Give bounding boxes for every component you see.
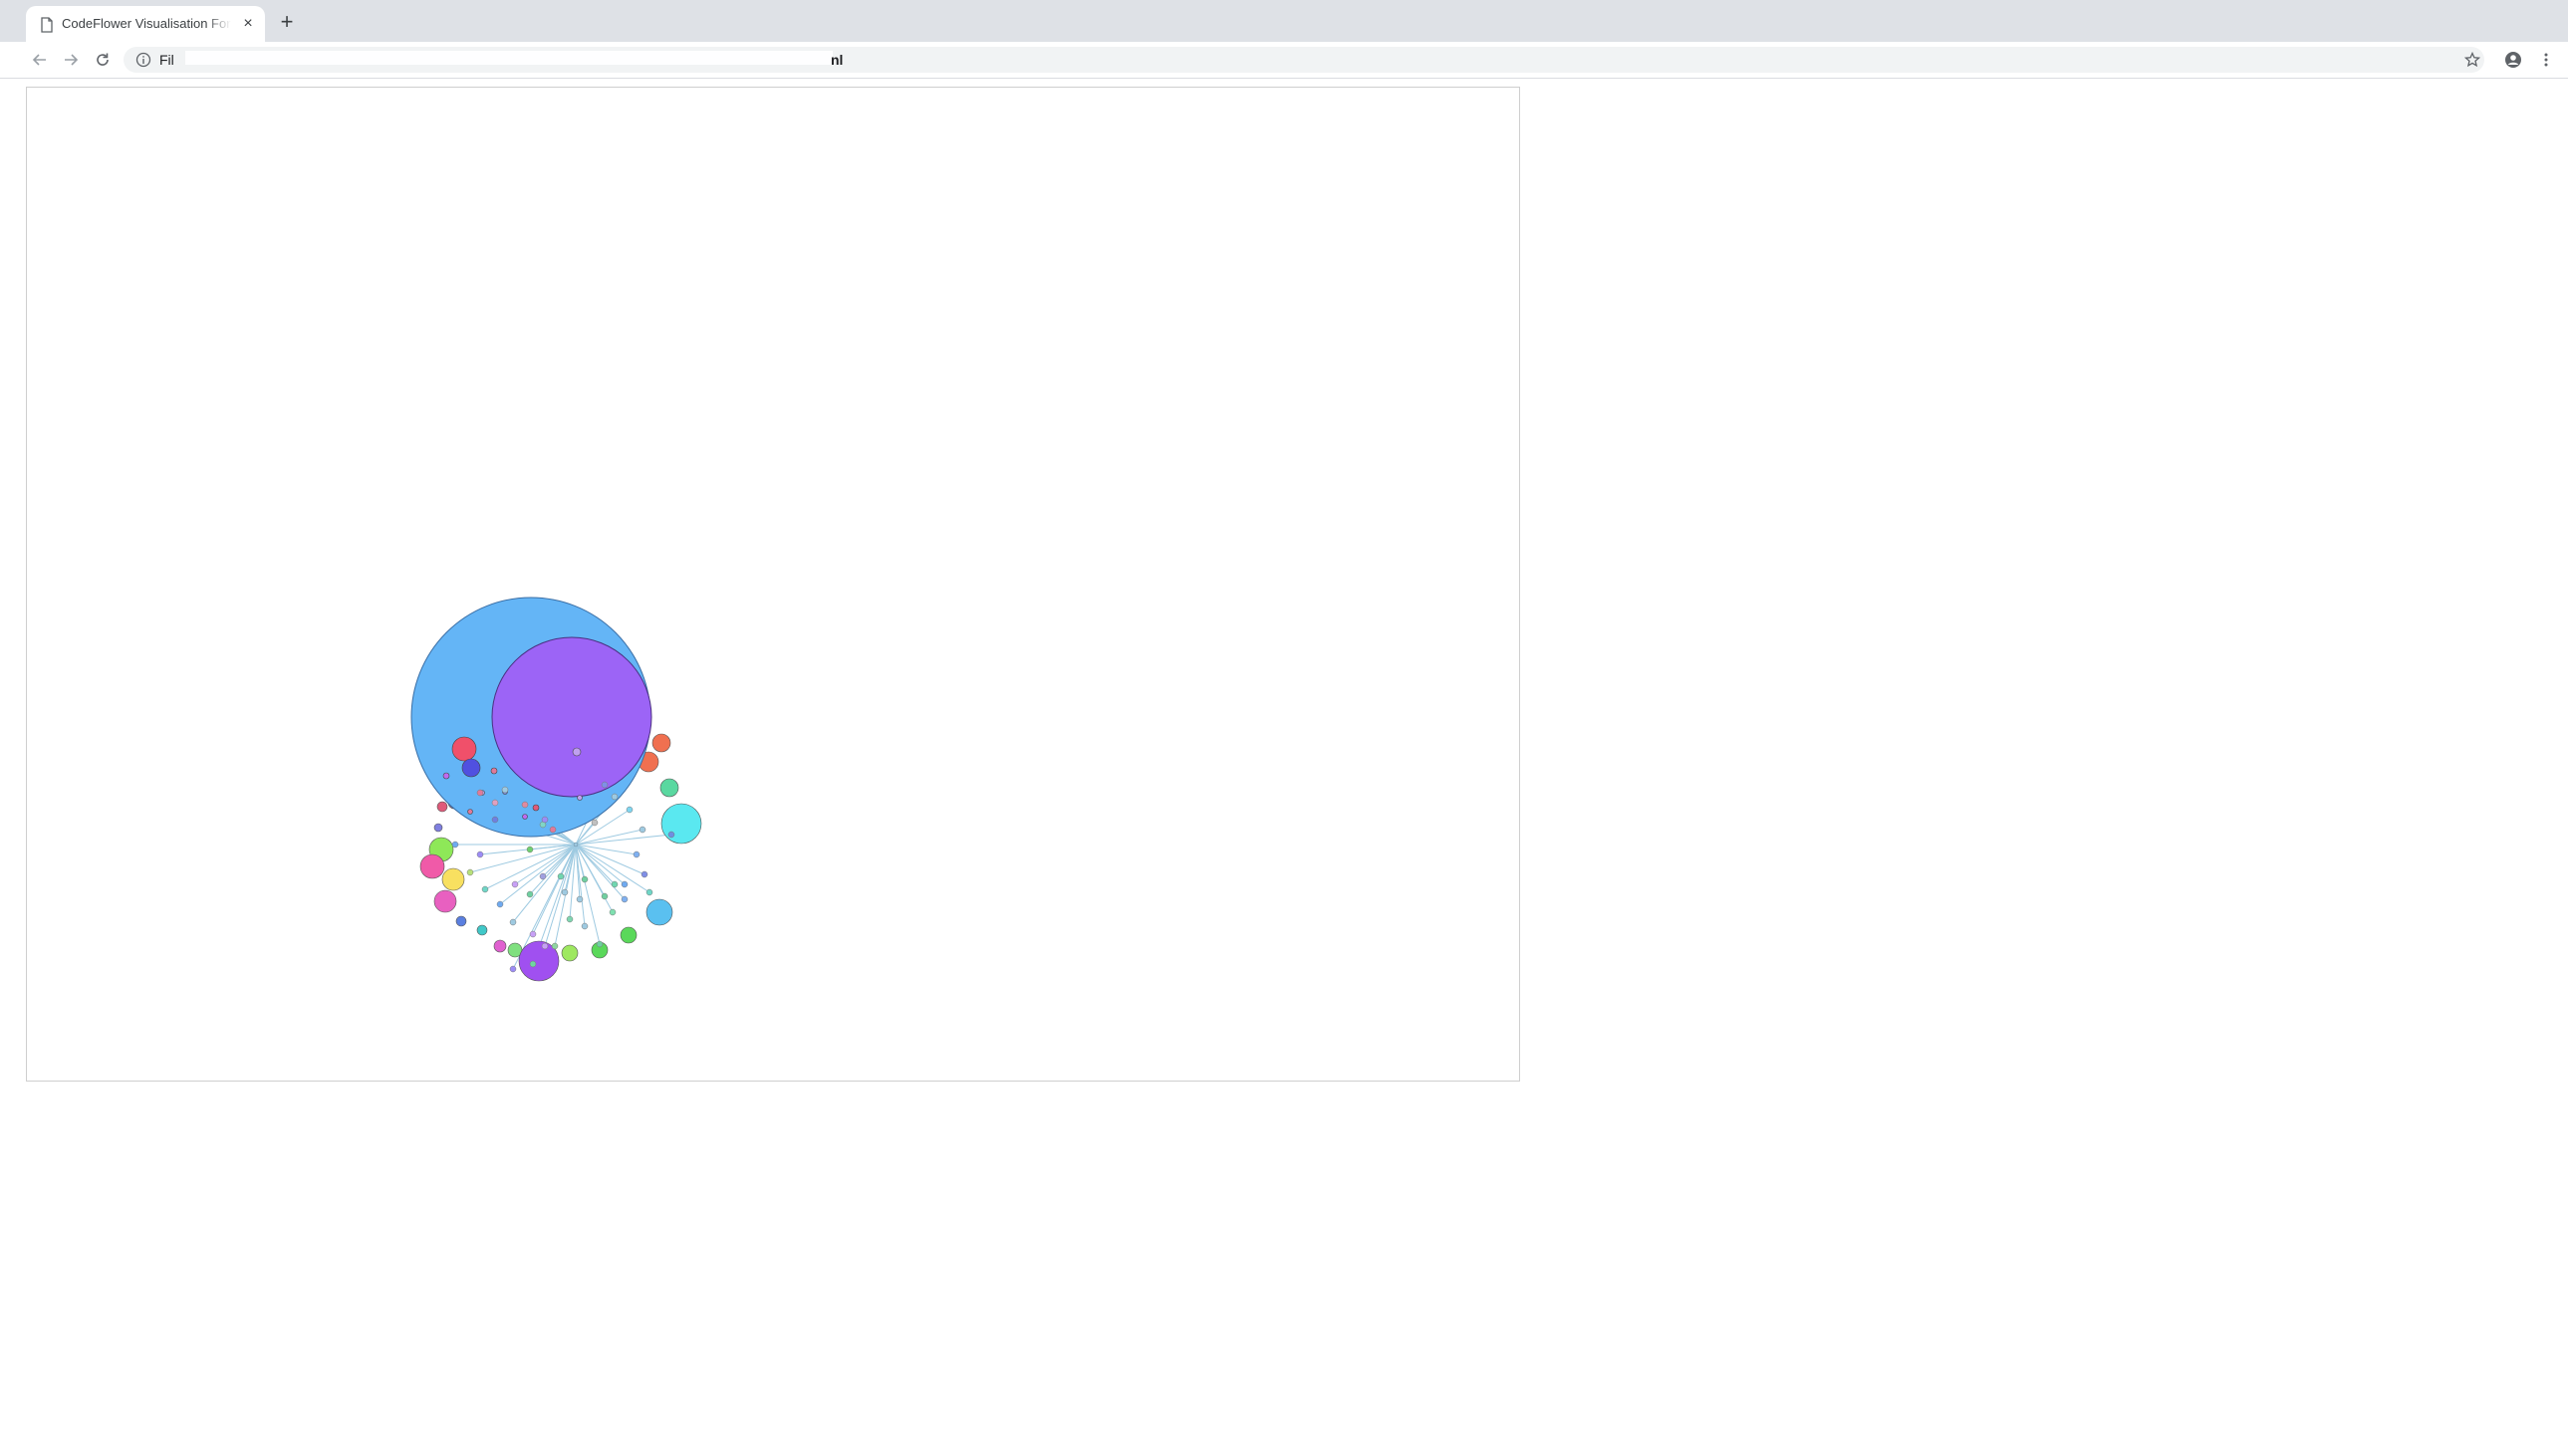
graph-node[interactable] [561,944,579,962]
graph-node[interactable] [577,795,583,801]
graph-leaf-node[interactable] [611,793,619,801]
graph-node[interactable] [651,733,671,753]
graph-leaf-node[interactable] [521,801,529,809]
new-tab-button[interactable]: + [275,10,299,34]
graph-leaf-node[interactable] [557,872,565,880]
graph-leaf-node[interactable] [481,885,489,893]
graph-leaf-node[interactable] [466,868,474,876]
graph-leaf-node[interactable] [549,826,557,834]
graph-leaf-node[interactable] [541,942,549,950]
graph-leaf-node[interactable] [633,850,641,858]
graph-edge [575,844,638,855]
graph-node[interactable] [461,758,481,778]
graph-node[interactable] [659,778,679,798]
forward-button[interactable] [59,48,83,72]
browser-toolbar: Fil nl [0,42,2568,79]
graph-node[interactable] [436,801,448,813]
graph-node[interactable] [433,889,457,913]
graph-node[interactable] [451,736,477,762]
back-arrow-icon [32,54,46,66]
forward-arrow-icon [65,54,79,66]
graph-leaf-node[interactable] [491,816,499,824]
bookmark-button[interactable] [2460,48,2484,72]
graph-leaf-node[interactable] [529,960,537,968]
graph-leaf-node[interactable] [539,872,547,880]
codeflower-graph[interactable] [27,88,1519,1081]
graph-leaf-node[interactable] [581,875,589,883]
graph-leaf-node[interactable] [621,895,629,903]
graph-hub-node[interactable] [573,842,579,848]
graph-leaf-node[interactable] [601,892,609,900]
graph-leaf-node[interactable] [526,890,534,898]
graph-leaf-node[interactable] [566,915,574,923]
graph-node[interactable] [467,809,473,815]
graph-leaf-node[interactable] [511,880,519,888]
graph-leaf-node[interactable] [561,888,569,896]
url-redacted [185,51,833,65]
star-icon [2464,52,2480,68]
graph-node[interactable] [645,898,673,926]
graph-leaf-node[interactable] [501,786,509,794]
graph-node[interactable] [490,767,498,775]
graph-node[interactable] [442,772,450,780]
graph-leaf-node[interactable] [596,940,604,948]
browser-tab[interactable]: CodeFlower Visualisation For P × [26,6,265,42]
tab-title: CodeFlower Visualisation For P [62,16,231,31]
graph-leaf-node[interactable] [551,942,559,950]
kebab-menu-icon [2544,53,2548,67]
menu-button[interactable] [2534,48,2558,72]
info-icon [135,52,151,68]
graph-edge [529,844,577,895]
graph-node[interactable] [493,939,507,953]
graph-leaf-node[interactable] [591,819,599,827]
graph-leaf-node[interactable] [576,895,584,903]
graph-leaf-node[interactable] [621,880,629,888]
graph-edge [469,844,577,873]
url-prefix: Fil [159,52,174,68]
codeflower-canvas [26,87,1520,1082]
tab-strip: CodeFlower Visualisation For P × + [0,0,2568,42]
graph-leaf-node[interactable] [641,870,648,878]
profile-icon [2505,52,2521,68]
graph-leaf-node[interactable] [541,816,549,824]
graph-leaf-node[interactable] [601,781,609,789]
reload-button[interactable] [91,48,115,72]
graph-leaf-node[interactable] [526,846,534,853]
graph-node[interactable] [455,915,467,927]
graph-node[interactable] [441,867,465,891]
graph-leaf-node[interactable] [509,918,517,926]
graph-leaf-node[interactable] [626,806,634,814]
graph-leaf-node[interactable] [639,826,646,834]
graph-node[interactable] [660,803,702,845]
graph-leaf-node[interactable] [667,831,675,839]
graph-node[interactable] [620,926,638,944]
graph-leaf-node[interactable] [476,850,484,858]
graph-node[interactable] [522,814,528,820]
graph-leaf-node[interactable] [496,900,504,908]
graph-node[interactable] [532,804,540,812]
graph-leaf-node[interactable] [529,930,537,938]
graph-node[interactable] [476,924,488,936]
close-icon[interactable]: × [239,15,257,33]
graph-leaf-node[interactable] [581,922,589,930]
graph-node[interactable] [572,747,582,757]
url-suffix: nl [831,52,844,68]
graph-leaf-node[interactable] [609,908,617,916]
graph-node[interactable] [433,823,443,833]
reload-icon [97,53,109,66]
profile-button[interactable] [2501,48,2525,72]
graph-leaf-node[interactable] [491,799,499,807]
address-bar[interactable]: Fil nl [124,47,2484,73]
graph-node[interactable] [419,853,445,879]
graph-edge [575,834,672,846]
page-icon [41,17,53,33]
graph-leaf-node[interactable] [451,841,459,849]
graph-node-large[interactable] [491,636,652,798]
graph-edge [575,844,645,875]
graph-leaf-node[interactable] [645,888,653,896]
back-button[interactable] [28,48,52,72]
graph-leaf-node[interactable] [509,965,517,973]
graph-leaf-node[interactable] [611,880,619,888]
graph-leaf-node[interactable] [476,789,484,797]
